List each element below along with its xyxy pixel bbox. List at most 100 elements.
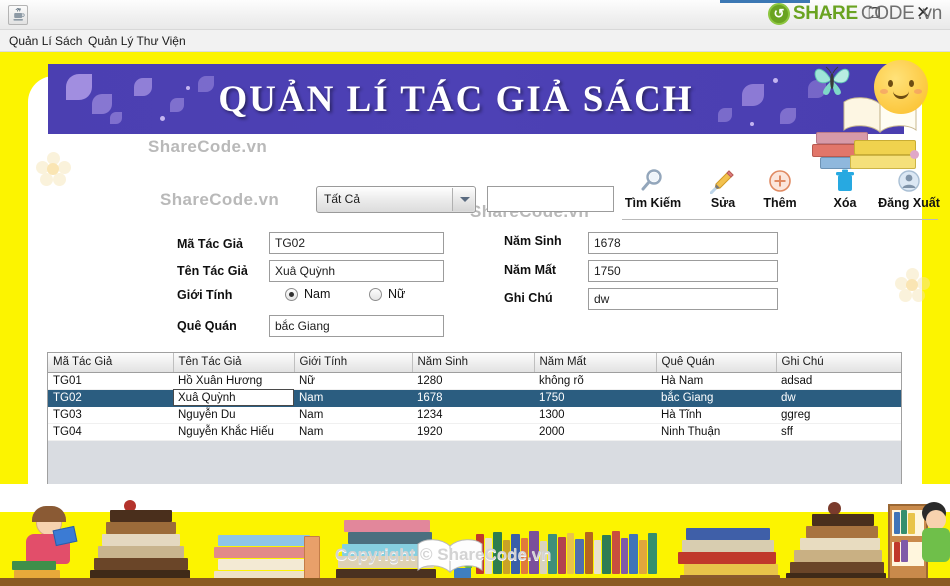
cell-namsinh[interactable]: 1280 — [412, 372, 534, 390]
authors-table-scrollpane[interactable]: Mã Tác Giả Tên Tác Giả Giới Tính Năm Sin… — [47, 352, 902, 485]
nam-mat-input[interactable] — [588, 260, 778, 282]
page-title: QUẢN LÍ TÁC GIẢ SÁCH — [218, 78, 694, 120]
flower-decoration-right — [895, 268, 930, 302]
plus-circle-icon — [768, 166, 792, 196]
ghi-chu-input[interactable] — [588, 288, 778, 310]
java-coffee-icon — [8, 5, 28, 25]
filter-dropdown-value: Tất Cả — [324, 192, 361, 206]
sharecode-logo-watermark: ↺ SHARE CODE .vn — [767, 3, 943, 25]
ghi-chu-label: Ghi Chú — [504, 291, 553, 305]
que-quan-label: Quê Quán — [177, 319, 237, 333]
cell-namsinh[interactable]: 1920 — [412, 423, 534, 441]
cell-ten[interactable]: Nguyễn Khắc Hiếu — [173, 423, 294, 441]
cell-nammat[interactable]: 2000 — [534, 423, 656, 441]
cell-gioitinh[interactable]: Nam — [294, 389, 412, 407]
add-button-label: Thêm — [763, 196, 797, 210]
cell-nammat[interactable]: 1750 — [534, 389, 656, 407]
cell-quequan[interactable]: bắc Giang — [656, 389, 776, 407]
application-window: – ❐ ✕ ↺ SHARE CODE .vn Quản Lí Sách Quản L… — [0, 0, 950, 586]
book-stack-left — [88, 500, 198, 582]
cell-ghichu[interactable]: ggreg — [776, 406, 901, 424]
cell-ma[interactable]: TG03 — [48, 406, 173, 424]
book-stack-right — [676, 520, 786, 582]
cell-namsinh[interactable]: 1234 — [412, 406, 534, 424]
col-header-nam-mat[interactable]: Năm Mất — [534, 353, 657, 373]
cell-gioitinh[interactable]: Nữ — [294, 372, 412, 390]
toolbar-divider — [622, 219, 938, 220]
add-button[interactable]: Thêm — [747, 166, 813, 218]
brand-code-text: CODE — [860, 3, 915, 24]
cell-quequan[interactable]: Ninh Thuận — [656, 423, 776, 441]
share-icon: ↺ — [767, 3, 790, 25]
col-header-ghi-chu[interactable]: Ghi Chú — [776, 353, 901, 373]
cell-ghichu[interactable]: adsad — [776, 372, 901, 390]
table-row[interactable]: TG03 Nguyễn Du Nam 1234 1300 Hà Tĩnh ggr… — [48, 406, 901, 424]
cell-ten[interactable]: Nguyễn Du — [173, 406, 294, 424]
cell-namsinh[interactable]: 1678 — [412, 389, 534, 407]
menu-item-quan-ly-thu-vien[interactable]: Quản Lý Thư Viện — [84, 33, 190, 49]
col-header-nam-sinh[interactable]: Năm Sinh — [412, 353, 535, 373]
cell-ma[interactable]: TG01 — [48, 372, 173, 390]
brand-vn-text: .vn — [917, 3, 943, 24]
footer-copyright: Copyright © ShareCode.vn — [335, 545, 552, 564]
nam-mat-label: Năm Mất — [504, 263, 557, 277]
cell-ghichu[interactable]: dw — [776, 389, 901, 407]
cell-quequan[interactable]: Hà Nam — [656, 372, 776, 390]
table-row[interactable]: TG01 Hồ Xuân Hương Nữ 1280 không rõ Hà N… — [48, 372, 901, 390]
ma-tac-gia-label: Mã Tác Giả — [177, 237, 243, 251]
magnifier-icon — [640, 166, 666, 196]
cell-nammat[interactable]: 1300 — [534, 406, 656, 424]
cell-gioitinh[interactable]: Nam — [294, 423, 412, 441]
search-button[interactable]: Tìm Kiếm — [620, 166, 686, 218]
search-input[interactable] — [487, 186, 614, 212]
que-quan-input[interactable] — [269, 315, 444, 337]
table-row-selected[interactable]: TG02 Xuâ Quỳnh Nam 1678 1750 bắc Giang d… — [48, 389, 901, 407]
girl-reading-illustration — [12, 506, 92, 580]
cell-ma[interactable]: TG04 — [48, 423, 173, 441]
menu-bar: Quản Lí Sách Quản Lý Thư Viện — [0, 30, 950, 52]
logout-button[interactable]: Đăng Xuất — [868, 166, 950, 218]
radio-nam-label: Nam — [304, 287, 331, 301]
cell-nammat[interactable]: không rõ — [534, 372, 656, 390]
col-header-ten-tac-gia[interactable]: Tên Tác Giả — [173, 353, 295, 373]
butterfly-icon — [812, 62, 852, 96]
ma-tac-gia-input[interactable] — [269, 232, 444, 254]
edit-button-label: Sửa — [710, 196, 736, 210]
ten-tac-gia-input[interactable] — [269, 260, 444, 282]
footer-illustration — [0, 484, 950, 586]
book-stack-mid — [212, 528, 322, 582]
nam-sinh-input[interactable] — [588, 232, 778, 254]
delete-button-label: Xóa — [833, 196, 857, 210]
brand-share-text: SHARE — [792, 3, 858, 24]
chevron-down-icon[interactable] — [452, 188, 474, 211]
cell-ten[interactable]: Hồ Xuân Hương — [173, 372, 294, 390]
cell-gioitinh[interactable]: Nam — [294, 406, 412, 424]
col-header-ma-tac-gia[interactable]: Mã Tác Giả — [48, 353, 174, 373]
search-button-label: Tìm Kiếm — [624, 196, 682, 210]
flower-decoration-left — [36, 152, 71, 186]
menu-item-quan-li-sach[interactable]: Quản Lí Sách — [5, 33, 86, 49]
table-row[interactable]: TG04 Nguyễn Khắc Hiếu Nam 1920 2000 Ninh… — [48, 423, 901, 441]
gioi-tinh-nu-radio[interactable]: Nữ — [369, 287, 405, 301]
col-header-que-quan[interactable]: Quê Quán — [656, 353, 777, 373]
radio-nu-indicator[interactable] — [369, 287, 382, 301]
gioi-tinh-label: Giới Tính — [177, 288, 233, 302]
page-banner: QUẢN LÍ TÁC GIẢ SÁCH — [48, 64, 904, 134]
cell-quequan[interactable]: Hà Tĩnh — [656, 406, 776, 424]
logout-button-label: Đăng Xuất — [878, 196, 940, 210]
table-header-row: Mã Tác Giả Tên Tác Giả Giới Tính Năm Sin… — [48, 353, 901, 373]
filter-dropdown[interactable]: Tất Cả — [316, 186, 476, 213]
col-header-gioi-tinh[interactable]: Giới Tính — [294, 353, 413, 373]
boy-at-shelf-illustration — [878, 498, 950, 582]
action-toolbar: Tìm Kiếm Sửa Thêm Xóa Đăng Xuất — [620, 166, 940, 218]
cell-ten-editing[interactable]: Xuâ Quỳnh — [173, 389, 294, 407]
ten-tac-gia-label: Tên Tác Giả — [177, 264, 248, 278]
pencil-icon — [710, 166, 736, 196]
nam-sinh-label: Năm Sinh — [504, 234, 562, 248]
cell-ma[interactable]: TG02 — [48, 389, 173, 407]
radio-nu-label: Nữ — [388, 287, 406, 301]
radio-nam-indicator[interactable] — [285, 287, 298, 301]
cell-ghichu[interactable]: sff — [776, 423, 901, 441]
title-bar: – ❐ ✕ ↺ SHARE CODE .vn — [0, 0, 950, 30]
gioi-tinh-nam-radio[interactable]: Nam — [285, 287, 330, 301]
